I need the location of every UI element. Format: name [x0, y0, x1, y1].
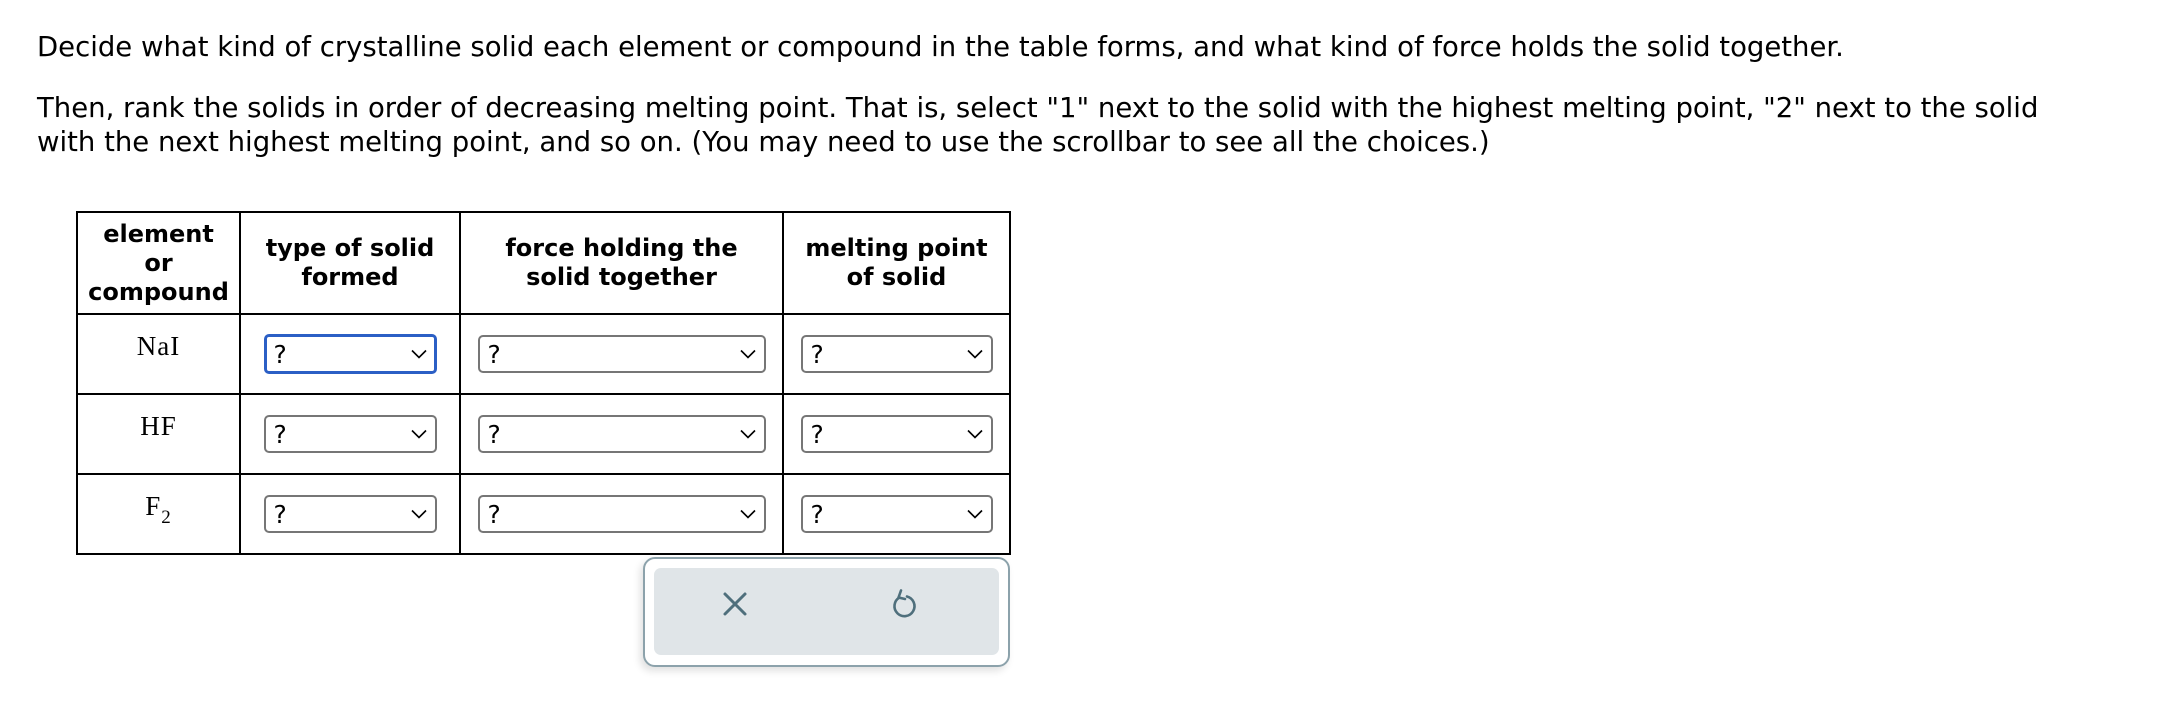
type-of-solid-cell: ?: [239, 313, 461, 395]
header-line: or: [144, 248, 173, 277]
header-line: of solid: [846, 263, 947, 291]
select-value: ?: [810, 339, 824, 369]
force-select[interactable]: ?: [477, 495, 766, 533]
select-value: ?: [810, 499, 824, 529]
force-cell: ?: [459, 473, 784, 555]
chemical-formula: NaI: [137, 331, 180, 361]
instruction-paragraph-1: Decide what kind of crystalline solid ea…: [37, 30, 1844, 64]
select-value: ?: [810, 419, 824, 449]
chevron-down-icon: [739, 429, 756, 439]
table-header-row: element or compound type of solid formed…: [76, 211, 1011, 315]
table-row: HF ? ? ?: [76, 393, 1011, 475]
force-select[interactable]: ?: [477, 335, 766, 373]
header-line: formed: [301, 263, 399, 291]
instruction-text: with the next highest melting point, and…: [37, 126, 1490, 158]
melting-point-rank-select[interactable]: ?: [800, 335, 993, 373]
formula-cell: F2: [76, 473, 241, 555]
melting-point-rank-select[interactable]: ?: [800, 495, 993, 533]
table-row: NaI ? ? ?: [76, 313, 1011, 395]
type-of-solid-select[interactable]: ?: [263, 334, 437, 374]
formula-cell: HF: [76, 393, 241, 475]
undo-icon: [893, 589, 916, 618]
header-melting-point: melting point of solid: [782, 211, 1011, 315]
chemical-formula: HF: [140, 411, 177, 441]
instruction-text: Then, rank the solids in order of decrea…: [37, 92, 2039, 124]
melting-point-cell: ?: [782, 313, 1011, 395]
action-panel-background: [654, 568, 999, 655]
header-line: force holding the: [505, 234, 738, 262]
header-line: compound: [88, 277, 229, 306]
close-icon: [723, 592, 747, 616]
chevron-down-icon: [410, 509, 427, 519]
clear-button[interactable]: [718, 587, 752, 621]
type-of-solid-select[interactable]: ?: [263, 415, 437, 453]
select-value: ?: [487, 499, 501, 529]
header-line: type of solid: [265, 234, 435, 262]
header-line: element: [103, 219, 214, 248]
force-cell: ?: [459, 393, 784, 475]
chevron-down-icon: [966, 429, 983, 439]
formula-text: F: [145, 491, 162, 521]
chevron-down-icon: [739, 349, 756, 359]
select-value: ?: [487, 419, 501, 449]
header-element-or-compound: element or compound: [76, 211, 241, 315]
reset-button[interactable]: [887, 587, 921, 621]
formula-text: NaI: [136, 331, 181, 361]
chevron-down-icon: [410, 429, 427, 439]
answer-action-panel: [643, 557, 1010, 667]
force-cell: ?: [459, 313, 784, 395]
melting-point-rank-select[interactable]: ?: [800, 415, 993, 453]
chevron-down-icon: [966, 349, 983, 359]
chevron-down-icon: [410, 349, 427, 359]
select-value: ?: [273, 419, 287, 449]
melting-point-cell: ?: [782, 473, 1011, 555]
solids-table: element or compound type of solid formed…: [76, 211, 1011, 555]
chemical-formula: F2: [145, 491, 172, 528]
select-value: ?: [487, 339, 501, 369]
melting-point-cell: ?: [782, 393, 1011, 475]
instruction-paragraph-2: Then, rank the solids in order of decrea…: [37, 91, 2038, 159]
force-select[interactable]: ?: [477, 415, 766, 453]
instruction-text: Decide what kind of crystalline solid ea…: [37, 31, 1844, 63]
formula-cell: NaI: [76, 313, 241, 395]
select-value: ?: [273, 339, 287, 369]
type-of-solid-cell: ?: [239, 473, 461, 555]
type-of-solid-select[interactable]: ?: [263, 495, 437, 533]
chevron-down-icon: [739, 509, 756, 519]
formula-text: HF: [140, 411, 177, 441]
header-force: force holding the solid together: [459, 211, 784, 315]
header-line: melting point: [805, 234, 988, 262]
select-value: ?: [273, 499, 287, 529]
header-line: solid together: [526, 263, 717, 291]
header-type-of-solid: type of solid formed: [239, 211, 461, 315]
type-of-solid-cell: ?: [239, 393, 461, 475]
formula-subscript: 2: [161, 507, 172, 528]
chevron-down-icon: [966, 509, 983, 519]
table-row: F2 ? ? ?: [76, 473, 1011, 555]
